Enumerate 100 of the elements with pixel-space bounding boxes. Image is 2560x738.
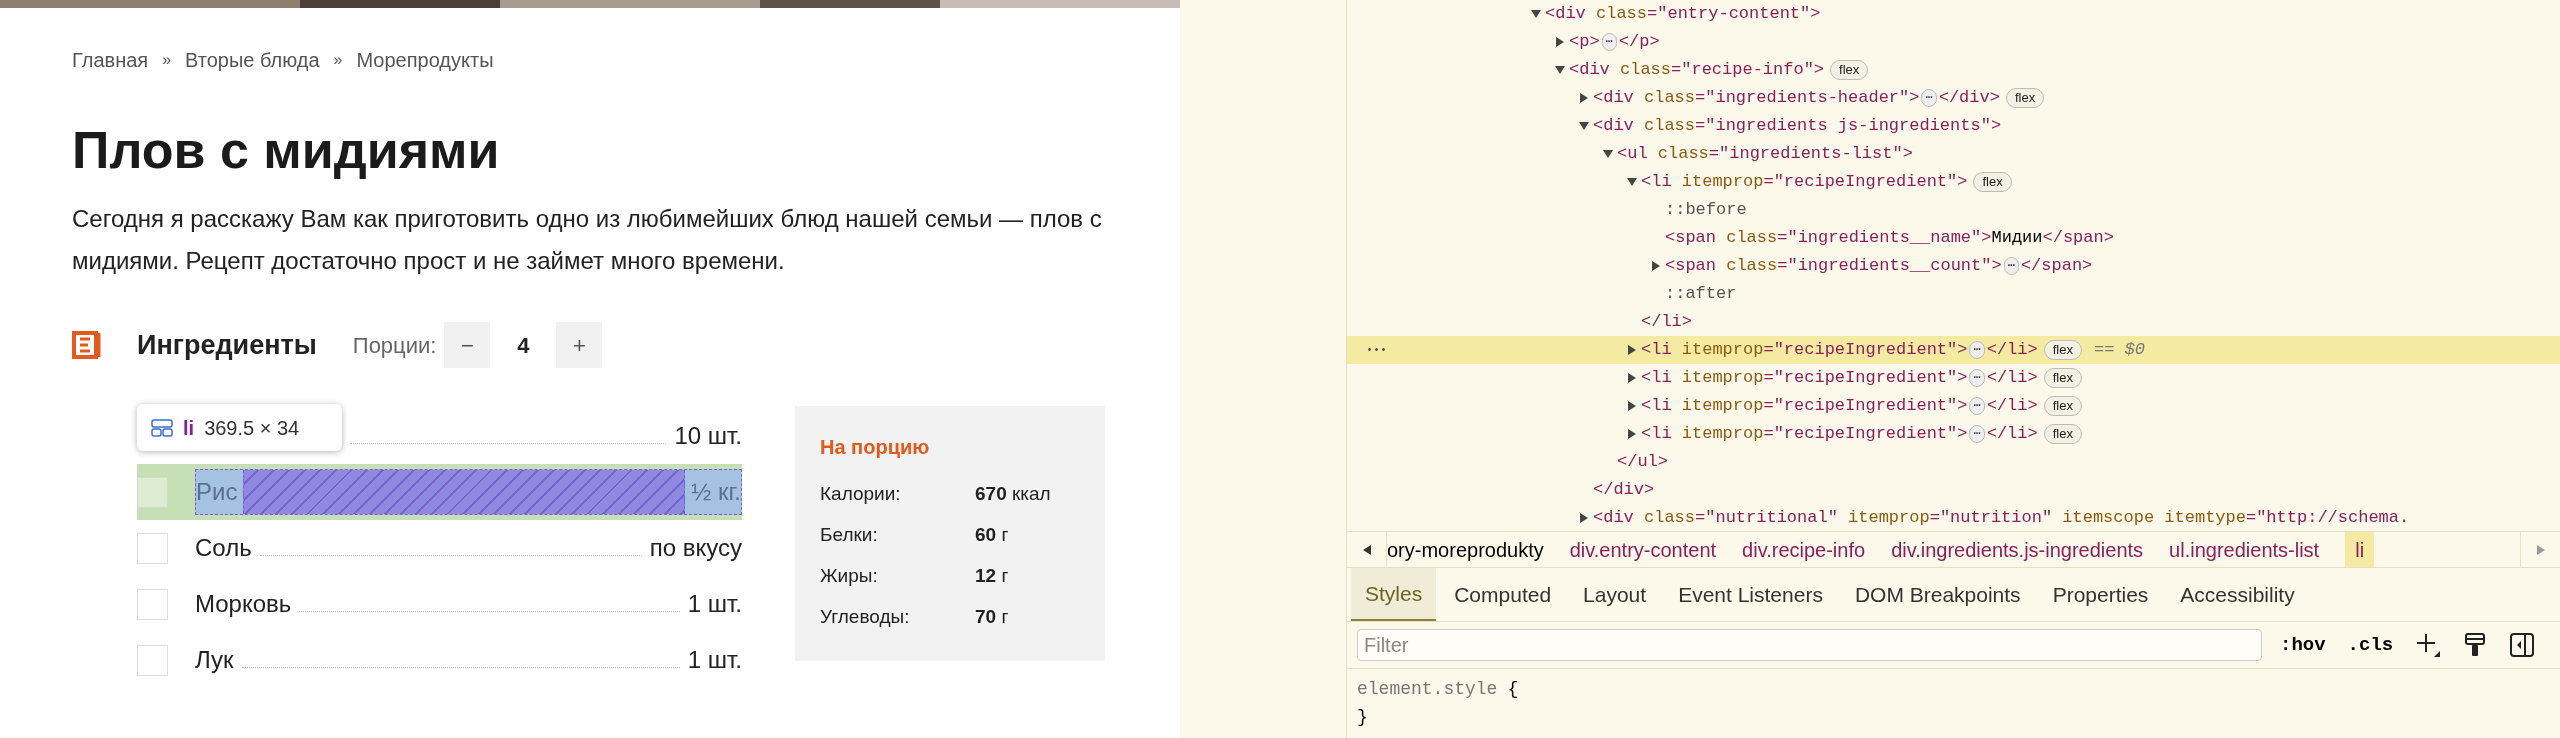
dom-tree-row[interactable]: <li itemprop="recipeIngredient"> ⋯ </li> flex bbox=[1347, 364, 2560, 392]
ingredient-name: Лук bbox=[195, 645, 234, 675]
dom-code: <p> bbox=[1569, 31, 1600, 54]
disclosure-triangle-icon[interactable] bbox=[1579, 93, 1589, 103]
dom-tree-row[interactable]: <li itemprop="recipeIngredient"> ⋯ </li> flex bbox=[1347, 392, 2560, 420]
disclosure-triangle-icon[interactable] bbox=[1579, 513, 1589, 523]
breadcrumb-link[interactable]: Вторые блюда bbox=[185, 48, 320, 72]
sidebar-icon[interactable] bbox=[2509, 632, 2536, 658]
disclosure-triangle-icon[interactable] bbox=[1627, 429, 1637, 439]
ellipsis-button[interactable]: ⋯ bbox=[1921, 89, 1937, 107]
flex-badge[interactable]: flex bbox=[1830, 60, 1869, 80]
disclosure-triangle-icon[interactable] bbox=[1555, 37, 1565, 47]
toggle-button[interactable]: .cls bbox=[2347, 630, 2394, 660]
element-path-item[interactable]: ul.ingredients-list bbox=[2169, 532, 2320, 567]
recipe-intro: Сегодня я расскажу Вам как приготовить одно из любимейших блюд нашей семьи — плов с мидиями. Рецепт достаточно прост и не займет много времени. bbox=[72, 204, 1102, 276]
dom-tree-row[interactable]: <span class="ingredients__count"> ⋯ </span> bbox=[1347, 252, 2560, 280]
ingredient-amount: 1 шт. bbox=[687, 645, 742, 675]
right-triangle-icon bbox=[2536, 544, 2545, 555]
dom-code: <li itemprop="recipeIngredient"> bbox=[1641, 367, 1968, 390]
panel-tab[interactable]: Properties bbox=[2038, 568, 2163, 621]
dom-code: <ul class="ingredients-list"> bbox=[1617, 143, 1913, 166]
nutrition-value: 12 г bbox=[975, 564, 1009, 589]
breadcrumb-link[interactable]: Морепродукты bbox=[356, 48, 494, 72]
dom-code: <li itemprop="recipeIngredient"> bbox=[1641, 395, 1968, 418]
checkbox[interactable] bbox=[137, 532, 168, 564]
dom-code: </li> bbox=[1986, 339, 2038, 362]
disclosure-triangle-icon[interactable] bbox=[1531, 9, 1541, 19]
dom-code: </li> bbox=[1986, 367, 2038, 390]
panel-tab[interactable]: Layout bbox=[1569, 568, 1661, 621]
disclosure-triangle-icon[interactable] bbox=[1627, 373, 1637, 383]
dom-code: <li itemprop="recipeIngredient"> bbox=[1641, 423, 1968, 446]
disclosure-triangle-icon[interactable] bbox=[1603, 149, 1613, 159]
dom-tree-row[interactable]: <div class="nutritional" itemprop="nutrition" itemscope itemtype="http://schema. bbox=[1347, 504, 2560, 531]
disclosure-triangle-icon[interactable] bbox=[1555, 65, 1565, 75]
dom-tree-row[interactable]: <li itemprop="recipeIngredient"> flex bbox=[1347, 168, 2560, 196]
flex-badge[interactable]: flex bbox=[1973, 172, 2012, 192]
element-path-item[interactable]: div.entry-content bbox=[1569, 532, 1717, 567]
ingredient-name: Соль bbox=[195, 533, 252, 563]
dom-code: <span class="ingredients__count"> bbox=[1665, 255, 2002, 278]
dom-tree-row[interactable]: <div class="ingredients js-ingredients"> bbox=[1347, 112, 2560, 140]
checkbox[interactable] bbox=[137, 588, 168, 620]
panel-tab[interactable]: Accessibility bbox=[2166, 568, 2309, 621]
nutrition-title: На порцию bbox=[820, 435, 931, 460]
element-path-item[interactable]: li bbox=[2345, 532, 2375, 567]
css-brace: { bbox=[1507, 678, 1519, 701]
dom-code: ::after bbox=[1665, 283, 1737, 306]
decrease-button[interactable]: − bbox=[444, 322, 491, 368]
disclosure-triangle-icon[interactable] bbox=[1627, 345, 1637, 355]
flex-badge[interactable]: flex bbox=[2043, 340, 2082, 360]
disclosure-triangle-icon[interactable] bbox=[1651, 261, 1661, 271]
css-selector: element.style bbox=[1357, 678, 1498, 701]
ellipsis-button[interactable]: ⋯ bbox=[1601, 33, 1617, 51]
element-path-item[interactable]: ory-moreprodukty bbox=[1387, 532, 1544, 567]
paintbrush-icon[interactable] bbox=[2463, 632, 2488, 658]
element-tag: li bbox=[183, 412, 195, 443]
dom-tree-row[interactable]: ::before bbox=[1347, 196, 2560, 224]
panel-tab[interactable]: DOM Breakpoints bbox=[1840, 568, 2035, 621]
flex-badge[interactable]: flex bbox=[2043, 424, 2082, 444]
disclosure-triangle-icon[interactable] bbox=[1579, 121, 1589, 131]
ellipsis-button[interactable]: ⋯ bbox=[1969, 397, 1985, 415]
dom-tree-row[interactable]: <div class="recipe-info"> flex bbox=[1347, 56, 2560, 84]
row-options-button[interactable]: ••• bbox=[1366, 342, 1388, 358]
servings-label: Порции: bbox=[352, 331, 437, 360]
disclosure-triangle-icon[interactable] bbox=[1627, 177, 1637, 187]
element-path-item[interactable]: div.recipe-info bbox=[1742, 532, 1866, 567]
flex-badge[interactable]: flex bbox=[2043, 396, 2082, 416]
flex-badge[interactable]: flex bbox=[2005, 88, 2045, 108]
dom-tree-row[interactable]: ::after bbox=[1347, 280, 2560, 308]
dom-tree-row[interactable]: ••• <li itemprop="recipeIngredient"> ⋯ </li> flex == $0 bbox=[1347, 336, 2560, 364]
disclosure-triangle-icon[interactable] bbox=[1627, 401, 1637, 411]
filter-field[interactable]: Filter bbox=[1357, 629, 2262, 661]
plus-icon[interactable] bbox=[2415, 632, 2442, 658]
ellipsis-button[interactable]: ⋯ bbox=[2003, 257, 2019, 275]
dom-tree-row[interactable]: <span class="ingredients__name">Мидии</span> bbox=[1347, 224, 2560, 252]
increase-button[interactable]: + bbox=[556, 322, 603, 368]
servings-field[interactable]: 4 bbox=[490, 322, 557, 368]
flex-badge[interactable]: flex bbox=[2043, 368, 2082, 388]
panel-tab[interactable]: Computed bbox=[1440, 568, 1566, 621]
panel-tab[interactable]: Event Listeners bbox=[1664, 568, 1837, 621]
element-path-item[interactable]: div.ingredients.js-ingredients bbox=[1891, 532, 2144, 567]
nutrition-value: 670 ккал bbox=[975, 482, 1051, 507]
ellipsis-button[interactable]: ⋯ bbox=[1969, 341, 1985, 359]
toggle-button[interactable]: :hov bbox=[2280, 630, 2326, 660]
breadcrumb-link[interactable]: Главная bbox=[72, 48, 149, 72]
dom-tree-row[interactable]: <div class="entry-content"> bbox=[1347, 0, 2560, 28]
nutrition-label: Белки: bbox=[820, 523, 879, 548]
checkbox[interactable] bbox=[137, 644, 168, 676]
ellipsis-button[interactable]: ⋯ bbox=[1969, 425, 1985, 443]
dom-tree-row[interactable]: <p> ⋯ </p> bbox=[1347, 28, 2560, 56]
selected-node-marker: == $0 bbox=[2093, 339, 2145, 362]
nutrition-label: Калории: bbox=[820, 482, 902, 507]
dom-tree-row[interactable]: <ul class="ingredients-list"> bbox=[1347, 140, 2560, 168]
dom-tree-row[interactable]: <li itemprop="recipeIngredient"> ⋯ </li> flex bbox=[1347, 420, 2560, 448]
dom-tree-row[interactable]: <div class="ingredients-header"> ⋯ </div> flex bbox=[1347, 84, 2560, 112]
breadcrumb-separator: » bbox=[333, 50, 343, 70]
breadcrumb-separator: » bbox=[162, 50, 172, 70]
ellipsis-button[interactable]: ⋯ bbox=[1969, 369, 1985, 387]
panel-tab[interactable]: Styles bbox=[1351, 568, 1437, 621]
layout-icon bbox=[151, 418, 173, 437]
dom-code: <div class="nutritional" itemprop="nutrition" itemscope itemtype="http://schema. bbox=[1593, 507, 2410, 530]
